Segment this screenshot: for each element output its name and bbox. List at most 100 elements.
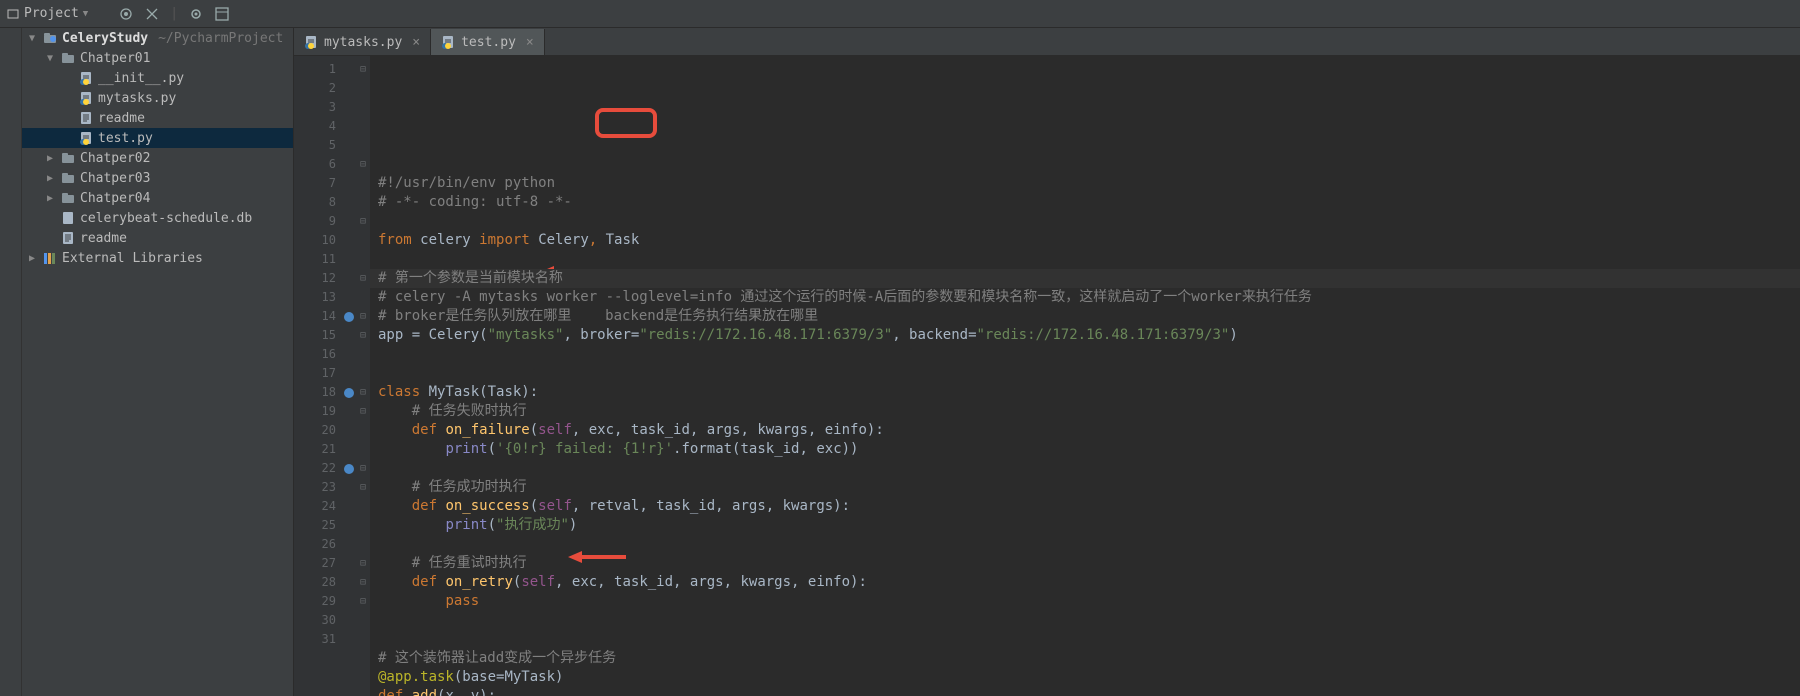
expand-arrow-icon[interactable]: ▶ — [44, 193, 56, 204]
line-number-gutter[interactable]: 1234567891011121314151617181920212223242… — [294, 56, 342, 696]
fold-handle[interactable] — [356, 136, 370, 155]
fold-handle[interactable] — [356, 535, 370, 554]
code-line[interactable] — [378, 630, 1800, 649]
line-number[interactable]: 11 — [294, 250, 336, 269]
collapse-all-icon[interactable] — [144, 6, 160, 22]
line-number[interactable]: 6 — [294, 155, 336, 174]
tree-node-test-py[interactable]: test.py — [22, 128, 293, 148]
tree-node-readme[interactable]: readme — [22, 108, 293, 128]
code-line[interactable] — [378, 250, 1800, 269]
line-number[interactable]: 10 — [294, 231, 336, 250]
fold-handle[interactable]: ⊟ — [356, 383, 370, 402]
expand-arrow-icon[interactable]: ▶ — [44, 173, 56, 184]
fold-handle[interactable]: ⊟ — [356, 155, 370, 174]
code-line[interactable]: pass — [378, 592, 1800, 611]
fold-handle[interactable]: ⊟ — [356, 459, 370, 478]
override-marker-icon[interactable] — [344, 464, 354, 474]
line-number[interactable]: 2 — [294, 79, 336, 98]
line-number[interactable]: 26 — [294, 535, 336, 554]
code-line[interactable]: app = Celery("mytasks", broker="redis://… — [378, 326, 1800, 345]
fold-handle[interactable] — [356, 193, 370, 212]
fold-gutter[interactable]: ⊟⊟⊟⊟⊟⊟⊟⊟⊟⊟⊟⊟⊟ — [356, 56, 370, 696]
tool-window-stripe[interactable] — [0, 28, 22, 696]
code-line[interactable]: #!/usr/bin/env python — [378, 174, 1800, 193]
code-line[interactable]: # -*- coding: utf-8 -*- — [378, 193, 1800, 212]
fold-handle[interactable] — [356, 231, 370, 250]
line-number[interactable]: 1 — [294, 60, 336, 79]
fold-handle[interactable] — [356, 117, 370, 136]
code-line[interactable]: # 任务重试时执行 — [378, 554, 1800, 573]
line-number[interactable]: 16 — [294, 345, 336, 364]
code-line[interactable]: @app.task(base=MyTask) — [378, 668, 1800, 687]
code-line[interactable]: # 任务失败时执行 — [378, 402, 1800, 421]
line-number[interactable]: 13 — [294, 288, 336, 307]
line-number[interactable]: 5 — [294, 136, 336, 155]
line-number[interactable]: 9 — [294, 212, 336, 231]
fold-handle[interactable] — [356, 516, 370, 535]
tree-node-chatper01[interactable]: ▼Chatper01 — [22, 48, 293, 68]
fold-handle[interactable] — [356, 79, 370, 98]
code-line[interactable]: def on_success(self, retval, task_id, ar… — [378, 497, 1800, 516]
tree-node-readme[interactable]: readme — [22, 228, 293, 248]
fold-handle[interactable] — [356, 611, 370, 630]
fold-handle[interactable]: ⊟ — [356, 402, 370, 421]
line-number[interactable]: 23 — [294, 478, 336, 497]
close-icon[interactable]: × — [412, 35, 420, 50]
line-number[interactable]: 8 — [294, 193, 336, 212]
code-area[interactable]: #!/usr/bin/env python# -*- coding: utf-8… — [370, 56, 1800, 696]
line-number[interactable]: 20 — [294, 421, 336, 440]
tree-node-mytasks-py[interactable]: mytasks.py — [22, 88, 293, 108]
line-number[interactable]: 14 — [294, 307, 336, 326]
tree-node--init-py[interactable]: __init__.py — [22, 68, 293, 88]
fold-handle[interactable]: ⊟ — [356, 212, 370, 231]
line-number[interactable]: 4 — [294, 117, 336, 136]
close-icon[interactable]: × — [526, 35, 534, 50]
fold-handle[interactable]: ⊟ — [356, 60, 370, 79]
project-dropdown[interactable]: Project ▼ — [6, 6, 88, 21]
scroll-from-source-icon[interactable] — [118, 6, 134, 22]
tree-node-celerystudy[interactable]: ▼CeleryStudy~/PycharmProject — [22, 28, 293, 48]
line-number[interactable]: 24 — [294, 497, 336, 516]
fold-handle[interactable]: ⊟ — [356, 326, 370, 345]
line-number[interactable]: 25 — [294, 516, 336, 535]
code-line[interactable] — [378, 364, 1800, 383]
code-line[interactable]: # 这个装饰器让add变成一个异步任务 — [378, 649, 1800, 668]
code-line[interactable]: print('{0!r} failed: {1!r}'.format(task_… — [378, 440, 1800, 459]
line-number[interactable]: 12 — [294, 269, 336, 288]
line-number[interactable]: 18 — [294, 383, 336, 402]
override-marker-icon[interactable] — [344, 388, 354, 398]
line-number[interactable]: 7 — [294, 174, 336, 193]
tree-node-celerybeat-schedule-db[interactable]: celerybeat-schedule.db — [22, 208, 293, 228]
line-number[interactable]: 31 — [294, 630, 336, 649]
fold-handle[interactable] — [356, 630, 370, 649]
code-line[interactable]: from celery import Celery, Task — [378, 231, 1800, 250]
expand-arrow-icon[interactable]: ▼ — [26, 33, 38, 44]
code-line[interactable]: print("执行成功") — [378, 516, 1800, 535]
line-number[interactable]: 19 — [294, 402, 336, 421]
line-number[interactable]: 29 — [294, 592, 336, 611]
line-number[interactable]: 3 — [294, 98, 336, 117]
code-line[interactable]: # 任务成功时执行 — [378, 478, 1800, 497]
tree-node-chatper02[interactable]: ▶Chatper02 — [22, 148, 293, 168]
line-number[interactable]: 30 — [294, 611, 336, 630]
line-number[interactable]: 28 — [294, 573, 336, 592]
code-line[interactable]: def on_retry(self, exc, task_id, args, k… — [378, 573, 1800, 592]
fold-handle[interactable]: ⊟ — [356, 554, 370, 573]
fold-handle[interactable] — [356, 497, 370, 516]
tab-test-py[interactable]: test.py× — [431, 29, 545, 55]
fold-handle[interactable] — [356, 250, 370, 269]
fold-handle[interactable]: ⊟ — [356, 307, 370, 326]
expand-arrow-icon[interactable]: ▶ — [44, 153, 56, 164]
expand-arrow-icon[interactable]: ▼ — [44, 53, 56, 64]
line-number[interactable]: 22 — [294, 459, 336, 478]
tree-node-chatper03[interactable]: ▶Chatper03 — [22, 168, 293, 188]
line-number[interactable]: 17 — [294, 364, 336, 383]
fold-handle[interactable] — [356, 345, 370, 364]
code-line[interactable]: def add(x, y): — [378, 687, 1800, 696]
line-number[interactable]: 15 — [294, 326, 336, 345]
fold-handle[interactable] — [356, 421, 370, 440]
fold-handle[interactable] — [356, 440, 370, 459]
fold-handle[interactable] — [356, 98, 370, 117]
fold-handle[interactable]: ⊟ — [356, 592, 370, 611]
override-marker-icon[interactable] — [344, 312, 354, 322]
